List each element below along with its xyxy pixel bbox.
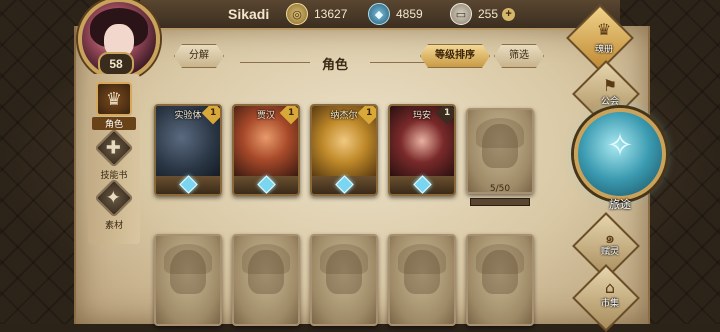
handbook-label: 魂册 bbox=[594, 45, 613, 55]
character-card[interactable]: 实验体 1 bbox=[154, 104, 222, 196]
nav-item-skill-books[interactable]: ✚ 技能书 bbox=[92, 128, 136, 181]
handbook-icon: ♛ bbox=[596, 20, 612, 39]
locked-portrait-sketch bbox=[248, 250, 284, 294]
page-title: 角色 bbox=[322, 58, 349, 73]
card-pack-icon: ▭ bbox=[450, 3, 472, 25]
character-card[interactable]: 玛安 1 bbox=[388, 104, 456, 196]
market-label: 市集 bbox=[600, 299, 619, 309]
nav-label: 素材 bbox=[104, 221, 123, 231]
character-card[interactable]: 贾汉 1 bbox=[232, 104, 300, 196]
sort-by-level-button[interactable]: 等级排序 bbox=[420, 44, 490, 68]
gem-resource[interactable]: ◆ 4859 bbox=[368, 3, 423, 25]
player-name: Sikadi bbox=[228, 6, 270, 22]
locked-portrait-sketch bbox=[482, 124, 518, 168]
gold-coin-icon: ◎ bbox=[286, 3, 308, 25]
nav-item-characters[interactable]: ♛ 角色 bbox=[92, 82, 136, 130]
locked-portrait-sketch bbox=[170, 250, 206, 294]
character-icon: ♛ bbox=[96, 82, 132, 116]
locked-character-card[interactable] bbox=[466, 234, 534, 326]
card-resource[interactable]: ▭ 255 + bbox=[450, 3, 516, 25]
shard-count: 5/50 bbox=[489, 184, 511, 194]
locked-portrait-sketch bbox=[404, 250, 440, 294]
locked-character-card[interactable] bbox=[388, 234, 456, 326]
travel-label: 旅途 bbox=[609, 198, 631, 211]
filter-button[interactable]: 筛选 bbox=[494, 44, 544, 68]
level-badge: 58 bbox=[98, 52, 134, 76]
add-icon[interactable]: + bbox=[502, 7, 516, 21]
gift-label: 赋灵 bbox=[600, 247, 619, 257]
skill-book-icon: ✚ bbox=[94, 128, 134, 168]
locked-character-card[interactable] bbox=[154, 234, 222, 326]
card-value: 255 bbox=[478, 7, 499, 21]
character-shard-card[interactable]: 5/50 bbox=[466, 108, 534, 194]
character-card[interactable]: 纳杰尔 1 bbox=[310, 104, 378, 196]
shard-progress-bar bbox=[470, 198, 530, 206]
guild-label: 公会 bbox=[600, 97, 619, 107]
guild-flag-icon: ⚑ bbox=[602, 76, 618, 95]
materials-icon: ✦ bbox=[94, 178, 134, 218]
title-ornament-left bbox=[240, 62, 310, 63]
gold-resource[interactable]: ◎ 13627 bbox=[286, 3, 348, 25]
gem-value: 4859 bbox=[396, 7, 423, 21]
gold-value: 13627 bbox=[314, 7, 348, 21]
locked-character-card[interactable] bbox=[310, 234, 378, 326]
locked-character-card[interactable] bbox=[232, 234, 300, 326]
locked-portrait-sketch bbox=[482, 250, 518, 294]
market-icon: ⌂ bbox=[604, 278, 616, 297]
travel-button[interactable]: ✧ 旅途 bbox=[574, 108, 666, 211]
crystal-icon: ◆ bbox=[368, 3, 390, 25]
nav-label: 角色 bbox=[92, 117, 136, 130]
nav-item-materials[interactable]: ✦ 素材 bbox=[92, 178, 136, 231]
decompose-button[interactable]: 分解 bbox=[174, 44, 224, 68]
locked-portrait-sketch bbox=[326, 250, 362, 294]
compass-icon: ✧ bbox=[606, 126, 634, 164]
